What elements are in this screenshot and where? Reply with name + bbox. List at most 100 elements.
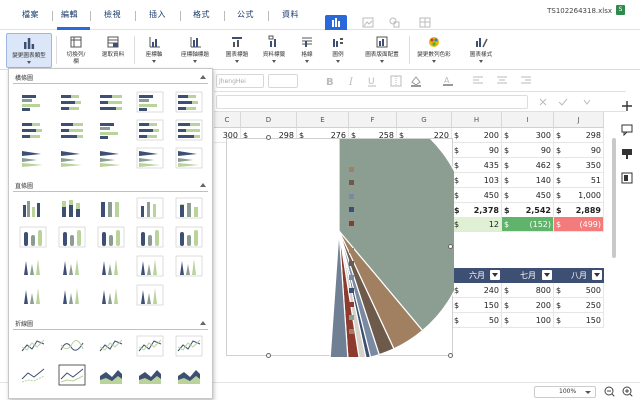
table-tools-tab[interactable] [414, 15, 436, 30]
column-chart-type-option[interactable] [19, 284, 47, 306]
bar-chart-type-option[interactable] [175, 147, 203, 169]
axis-button[interactable]: 座標軸 [139, 33, 169, 68]
bar-chart-type-option[interactable] [58, 91, 86, 113]
column-chart-type-option[interactable] [19, 226, 47, 248]
cell-j1[interactable]: $298 [554, 128, 604, 143]
comment-icon[interactable] [621, 124, 633, 136]
zoom-out-icon[interactable] [604, 386, 616, 398]
bar-chart-type-option[interactable] [97, 147, 125, 169]
column-chart-type-option[interactable] [175, 197, 203, 219]
column-chart-type-option[interactable] [97, 284, 125, 306]
cell[interactable]: $240 [452, 283, 502, 298]
cell-h4[interactable]: $103 [452, 173, 502, 188]
gridlines-button[interactable]: 格線 [295, 33, 319, 68]
cell-j5[interactable]: $1,000 [554, 188, 604, 203]
filter-dropdown-button[interactable] [542, 270, 552, 280]
line-chart-type-option[interactable] [175, 364, 203, 386]
cell-j7[interactable]: $ (499) [554, 217, 604, 232]
column-header-g[interactable]: G [397, 112, 452, 128]
bar-chart-type-option[interactable] [136, 119, 164, 141]
collapse-icon[interactable] [200, 321, 206, 325]
tab-file[interactable]: 檔案 [22, 9, 39, 20]
bar-chart-type-option[interactable] [136, 91, 164, 113]
cell[interactable]: $100 [502, 313, 554, 328]
column-header-h[interactable]: H [452, 112, 502, 128]
tab-data[interactable]: 資料 [282, 9, 299, 20]
column-header-e[interactable]: E [297, 112, 349, 128]
italic-icon[interactable]: I [346, 75, 358, 87]
select-data-button[interactable]: 選取資料 [98, 33, 128, 68]
resize-handle[interactable] [448, 244, 453, 249]
align-left-icon[interactable] [472, 75, 484, 87]
font-size-select[interactable] [268, 74, 298, 88]
line-chart-type-option[interactable] [19, 335, 47, 357]
underline-icon[interactable]: U [366, 75, 378, 87]
add-icon[interactable] [621, 100, 633, 112]
cell-i5[interactable]: $450 [502, 188, 554, 203]
column-chart-type-option[interactable] [175, 255, 203, 277]
bar-chart-type-option[interactable] [175, 119, 203, 141]
column-chart-type-option[interactable] [97, 197, 125, 219]
cell[interactable]: $150 [452, 298, 502, 313]
line-chart-type-option[interactable] [136, 364, 164, 386]
cell-j3[interactable]: $350 [554, 158, 604, 173]
filter-dropdown-button[interactable] [592, 270, 602, 280]
cell[interactable]: $50 [452, 313, 502, 328]
cell-j4[interactable]: $51 [554, 173, 604, 188]
resize-handle[interactable] [448, 353, 453, 358]
column-chart-type-option[interactable] [97, 255, 125, 277]
tab-edit[interactable]: 編輯 [61, 9, 78, 20]
cell-i6[interactable]: $2,542 [502, 203, 554, 218]
column-header-c[interactable]: C [214, 112, 241, 128]
cell-i2[interactable]: $90 [502, 143, 554, 158]
shape-tools-tab[interactable] [384, 15, 406, 30]
format-painter-icon[interactable] [621, 148, 633, 160]
fill-color-icon[interactable] [410, 75, 422, 87]
cell-h2[interactable]: $90 [452, 143, 502, 158]
filter-dropdown-button[interactable] [490, 270, 500, 280]
cell[interactable]: $200 [502, 298, 554, 313]
cell-h5[interactable]: $450 [452, 188, 502, 203]
panel-icon[interactable] [621, 172, 633, 184]
bar-chart-type-option[interactable] [19, 147, 47, 169]
line-chart-type-option[interactable] [97, 335, 125, 357]
image-tools-tab[interactable] [357, 15, 379, 30]
column-header-j[interactable]: J [554, 112, 604, 128]
legend-button[interactable]: 圖例 [326, 33, 350, 68]
column-chart-type-option[interactable] [136, 284, 164, 306]
column-chart-type-option[interactable] [175, 226, 203, 248]
zoom-in-icon[interactable] [622, 386, 634, 398]
cell[interactable]: $500 [554, 283, 604, 298]
cell-i7[interactable]: $ (152) [502, 217, 554, 232]
line-chart-type-option[interactable] [58, 364, 86, 386]
zoom-select[interactable]: 100% [534, 386, 596, 398]
resize-handle[interactable] [266, 353, 271, 358]
cell-i1[interactable]: $300 [502, 128, 554, 143]
change-chart-type-button[interactable]: 變更圖表類型 [6, 33, 52, 68]
align-center-icon[interactable] [496, 75, 508, 87]
tab-formula[interactable]: 公式 [237, 9, 254, 20]
formula-input[interactable] [216, 95, 528, 109]
bar-chart-type-option[interactable] [175, 91, 203, 113]
font-color-icon[interactable]: A [442, 75, 454, 87]
align-right-icon[interactable] [520, 75, 532, 87]
column-chart-type-option[interactable] [136, 226, 164, 248]
bar-chart-type-option[interactable] [58, 147, 86, 169]
line-chart-type-option[interactable] [97, 364, 125, 386]
borders-icon[interactable] [390, 75, 402, 87]
cell-h7[interactable]: $12 [452, 217, 502, 232]
confirm-icon[interactable] [558, 97, 568, 107]
cell[interactable]: $250 [554, 298, 604, 313]
column-chart-type-option[interactable] [97, 226, 125, 248]
cell-j2[interactable]: $90 [554, 143, 604, 158]
column-header-i[interactable]: I [502, 112, 554, 128]
column-chart-type-option[interactable] [58, 226, 86, 248]
column-chart-type-option[interactable] [19, 255, 47, 277]
line-chart-type-option[interactable] [19, 364, 47, 386]
column-chart-type-option[interactable] [58, 255, 86, 277]
column-chart-type-option[interactable] [136, 197, 164, 219]
tab-insert[interactable]: 插入 [149, 9, 166, 20]
chart-title-button[interactable]: 圖表標題 [221, 33, 253, 68]
cancel-icon[interactable] [538, 97, 548, 107]
collapse-icon[interactable] [200, 75, 206, 79]
